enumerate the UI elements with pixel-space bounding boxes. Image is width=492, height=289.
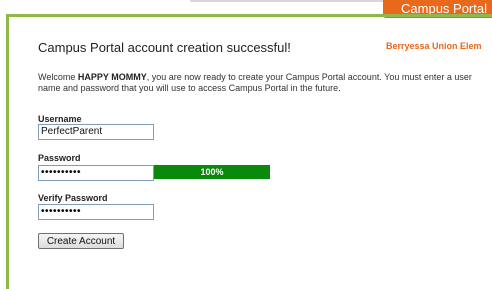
username-input[interactable]: PerfectParent bbox=[38, 124, 154, 140]
frame-left-border bbox=[6, 14, 9, 289]
user-name: HAPPY MOMMY bbox=[77, 72, 147, 82]
create-account-button[interactable]: Create Account bbox=[38, 233, 124, 249]
password-strength-meter: 100% bbox=[154, 165, 270, 179]
username-label: Username bbox=[38, 114, 82, 124]
welcome-message: Welcome HAPPY MOMMY, you are now ready t… bbox=[38, 72, 483, 94]
welcome-prefix: Welcome bbox=[38, 72, 78, 82]
password-label: Password bbox=[38, 153, 81, 163]
district-name: Berryessa Union Elem bbox=[386, 41, 482, 51]
page-title: Campus Portal account creation successfu… bbox=[38, 40, 291, 55]
verify-password-input[interactable]: •••••••••• bbox=[38, 204, 154, 220]
frame-top-border bbox=[6, 14, 492, 17]
password-input[interactable]: •••••••••• bbox=[38, 165, 154, 181]
verify-password-label: Verify Password bbox=[38, 193, 108, 203]
